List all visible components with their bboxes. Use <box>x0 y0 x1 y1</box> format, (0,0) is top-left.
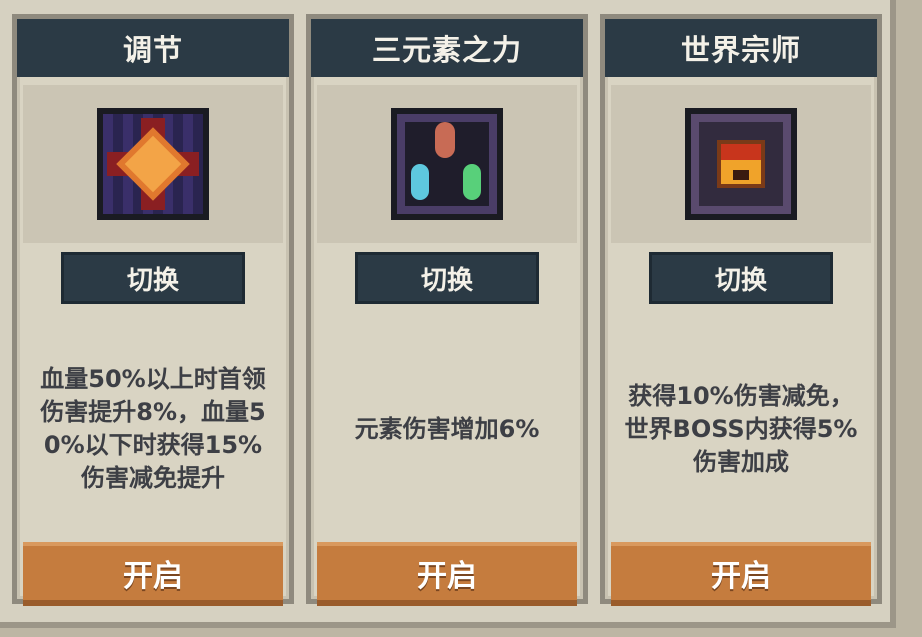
card-description: 获得10%伤害减免， 世界BOSS内获得5% 伤害加成 <box>605 319 877 539</box>
open-button[interactable]: 开启 <box>23 542 283 606</box>
three-gems-icon <box>391 108 503 220</box>
card-title: 三元素之力 <box>311 19 583 77</box>
open-button[interactable]: 开启 <box>317 542 577 606</box>
description-text: 获得10%伤害减免， 世界BOSS内获得5% 伤害加成 <box>624 381 858 476</box>
talent-card-3: 世界宗师 切换 获得10%伤害减免， 世界BOSS内获得5% 伤害加成 开启 <box>600 14 882 606</box>
switch-button[interactable]: 切换 <box>61 252 245 304</box>
talent-card-2: 三元素之力 切换 元素伤害增加6% 开启 <box>306 14 588 606</box>
open-button[interactable]: 开启 <box>611 542 871 606</box>
icon-area <box>317 85 577 243</box>
card-title: 世界宗师 <box>605 19 877 77</box>
talent-card-1: 调节 切换 血量50%以上时首领 伤害提升8%，血量5 0%以下时获得15% 伤… <box>12 14 294 606</box>
chest-icon <box>685 108 797 220</box>
icon-area <box>23 85 283 243</box>
card-description: 元素伤害增加6% <box>311 319 583 539</box>
icon-area <box>611 85 871 243</box>
card-description: 血量50%以上时首领 伤害提升8%，血量5 0%以下时获得15% 伤害减免提升 <box>17 319 289 539</box>
card-title: 调节 <box>17 19 289 77</box>
cross-glow-icon <box>97 108 209 220</box>
switch-button[interactable]: 切换 <box>649 252 833 304</box>
description-text: 血量50%以上时首领 伤害提升8%，血量5 0%以下时获得15% 伤害减免提升 <box>40 365 266 492</box>
description-text: 元素伤害增加6% <box>354 414 540 443</box>
switch-button[interactable]: 切换 <box>355 252 539 304</box>
